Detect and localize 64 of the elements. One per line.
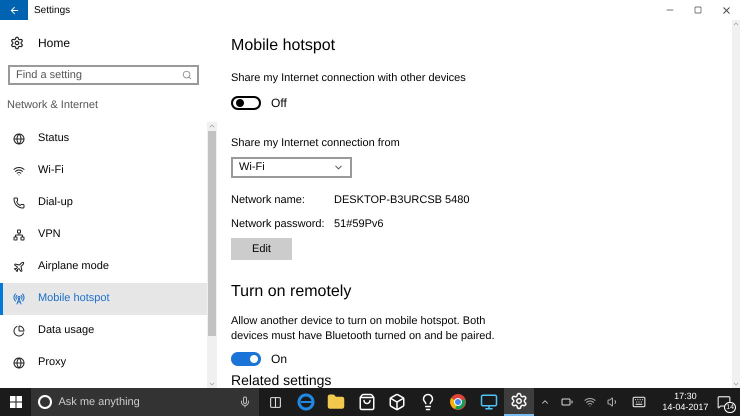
remote-description: Allow another device to turn on mobile hotspot. Both devices must have Bluetooth turned on and be paired.	[231, 314, 496, 344]
scrollbar-track[interactable]	[207, 122, 217, 388]
nav-item[interactable]: Mobile hotspot	[0, 282, 207, 314]
scroll-down-icon	[208, 380, 216, 388]
section-heading: Related settings	[231, 372, 332, 388]
globe-icon	[13, 356, 25, 368]
section-heading: Network & Internet	[6, 98, 100, 113]
task-view-icon	[268, 396, 282, 408]
scroll-up-icon	[732, 20, 740, 28]
nav-item[interactable]: Wi-Fi	[0, 154, 207, 186]
taskbar-search-field[interactable]: Ask me anything	[31, 388, 260, 416]
back-arrow-icon	[8, 4, 20, 16]
shopping-bag-icon	[358, 393, 376, 411]
battery-icon[interactable]	[561, 396, 574, 408]
ring-icon	[38, 395, 52, 409]
toggle-switch[interactable]	[231, 352, 261, 366]
close-icon	[720, 4, 732, 16]
field-label: Network password:	[231, 216, 326, 232]
round-browser-logo-icon	[449, 393, 468, 411]
folder-icon	[327, 393, 346, 411]
back-button[interactable]	[0, 0, 28, 20]
settings-icon	[510, 392, 528, 410]
scroll-down-icon	[732, 380, 740, 388]
edit-button[interactable]: Edit	[231, 238, 292, 260]
airplane-icon	[13, 260, 25, 272]
pie-chart-icon	[13, 324, 25, 336]
keyboard-icon[interactable]	[630, 395, 648, 409]
nav-item[interactable]: Data usage	[0, 314, 207, 346]
microphone-icon[interactable]	[239, 396, 252, 408]
network-icon	[13, 228, 25, 240]
scrollbar-track[interactable]	[732, 20, 740, 388]
restore-icon	[694, 6, 702, 14]
windows-logo-icon	[10, 396, 22, 408]
search-field[interactable]: Find a setting	[8, 65, 199, 85]
phone-icon	[13, 196, 25, 208]
scrollbar-thumb[interactable]	[208, 131, 216, 336]
source-dropdown[interactable]: Wi-Fi	[231, 157, 352, 178]
wifi-icon	[13, 164, 25, 176]
globe-icon	[13, 132, 25, 144]
box-icon	[388, 393, 406, 411]
home-link[interactable]: Home	[38, 34, 70, 52]
monitor-icon	[480, 393, 498, 411]
section-heading: Turn on remotely	[231, 282, 352, 302]
nav-item[interactable]: Status	[0, 122, 207, 154]
clock[interactable]: 17:30 14-04-2017	[656, 391, 714, 413]
antenna-icon	[13, 292, 25, 304]
nav-item[interactable]: Airplane mode	[0, 250, 207, 282]
scroll-up-icon	[208, 122, 216, 130]
toggle-switch[interactable]	[231, 96, 261, 110]
field-value: DESKTOP-B3URCSB 5480	[334, 193, 470, 208]
share-label: Share my Internet connection with other devices	[231, 71, 467, 86]
source-label: Share my Internet connection from	[231, 136, 401, 150]
field-value: 51#59Pv6	[334, 216, 384, 232]
nav-item[interactable]: VPN	[0, 218, 207, 250]
toggle-state-label: Off	[271, 94, 287, 112]
search-icon	[182, 70, 192, 80]
nav-item[interactable]: Proxy	[0, 346, 207, 378]
nav-item[interactable]: Dial-up	[0, 186, 207, 218]
settings-icon	[10, 36, 24, 50]
field-label: Network name:	[231, 193, 306, 208]
page-title: Mobile hotspot	[231, 36, 336, 56]
toggle-state-label: On	[271, 351, 288, 368]
window-title: Settings	[34, 4, 70, 18]
taskbar-app-button[interactable]	[504, 388, 534, 416]
